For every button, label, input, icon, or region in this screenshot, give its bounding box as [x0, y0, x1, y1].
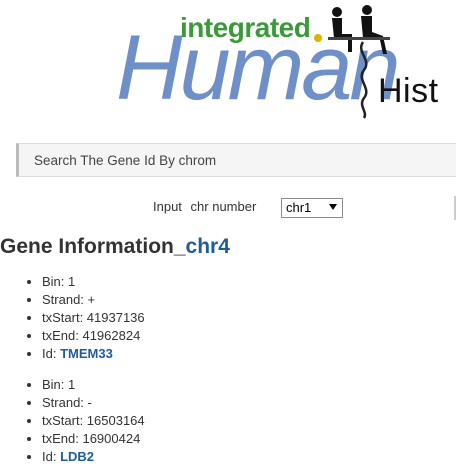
list-item-txend: txEnd: 16900424	[42, 430, 145, 448]
list-item-id: Id: TMEM33	[42, 345, 145, 363]
chevron-down-icon	[329, 204, 337, 210]
chr-select-value: chr1	[286, 200, 312, 215]
gene-list: Bin: 1 Strand: + txStart: 41937136 txEnd…	[24, 273, 145, 363]
list-item-strand: Strand: +	[42, 291, 145, 309]
id-prefix: Id:	[42, 449, 61, 464]
list-item-bin: Bin: 1	[42, 273, 145, 291]
chr-select[interactable]: chr1	[281, 198, 343, 218]
page-title: Gene Information_chr4	[0, 235, 230, 259]
id-prefix: Id:	[42, 346, 61, 361]
list-item-txstart: txStart: 16503164	[42, 412, 145, 430]
chr-number-label: chr number	[190, 199, 257, 214]
page-title-prefix: Gene Information_	[0, 235, 186, 258]
list-item-id: Id: LDB2	[42, 448, 145, 466]
list-item-txend: txEnd: 41962824	[42, 327, 145, 345]
input-row: Input chr number	[153, 199, 256, 214]
list-item-strand: Strand: -	[42, 394, 145, 412]
logo-hist-text: Hist	[378, 72, 439, 110]
input-label: Input	[153, 199, 182, 214]
gene-id-link[interactable]: TMEM33	[60, 346, 113, 361]
gene-list: Bin: 1 Strand: - txStart: 16503164 txEnd…	[24, 376, 145, 466]
list-item-bin: Bin: 1	[42, 376, 145, 394]
search-bar-label[interactable]: Search The Gene Id By chrom	[34, 153, 216, 168]
search-bar[interactable]: Search The Gene Id By chrom	[16, 143, 456, 177]
site-logo: Human integrated Hist	[0, 0, 456, 125]
gene-id-link[interactable]: LDB2	[60, 449, 94, 464]
page-title-chrom: chr4	[185, 235, 230, 258]
list-item-txstart: txStart: 41937136	[42, 309, 145, 327]
